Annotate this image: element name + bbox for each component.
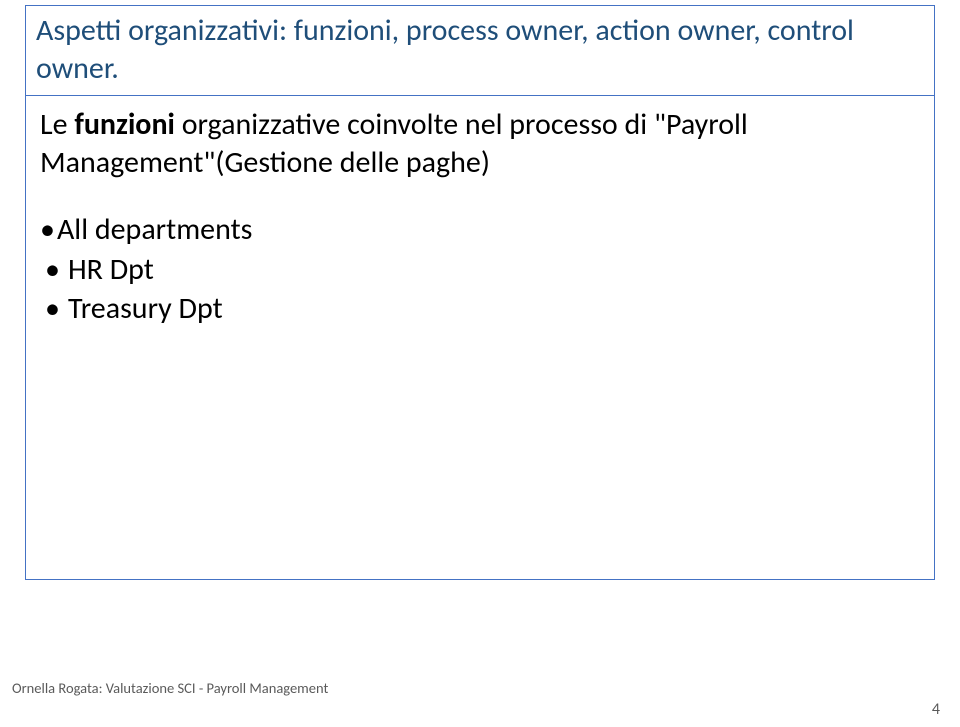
list-item: • HR Dpt [40, 251, 920, 289]
slide: Aspetti organizzativi: funzioni, process… [0, 0, 960, 727]
slide-title: Aspetti organizzativi: funzioni, process… [36, 12, 924, 87]
bullet-dot: • [40, 211, 57, 249]
bullet-label: All departments [57, 211, 252, 249]
intro-bold: funzioni [74, 106, 175, 143]
intro-pre: Le [40, 106, 74, 143]
bullet-dot: • [40, 251, 68, 289]
title-box: Aspetti organizzativi: funzioni, process… [25, 5, 935, 96]
list-item: • Treasury Dpt [40, 290, 920, 328]
bullet-dot: • [40, 290, 68, 328]
page-number: 4 [932, 700, 940, 719]
intro-paragraph: Le funzioni organizzative coinvolte nel … [40, 106, 920, 181]
bullet-label: Treasury Dpt [68, 290, 223, 328]
content-box: Le funzioni organizzative coinvolte nel … [25, 95, 935, 580]
bullet-label: HR Dpt [68, 251, 154, 289]
footer-text: Ornella Rogata: Valutazione SCI - Payrol… [12, 679, 328, 697]
bullet-list: • All departments • HR Dpt • Treasury Dp… [40, 211, 920, 328]
list-item: • All departments [40, 211, 920, 249]
